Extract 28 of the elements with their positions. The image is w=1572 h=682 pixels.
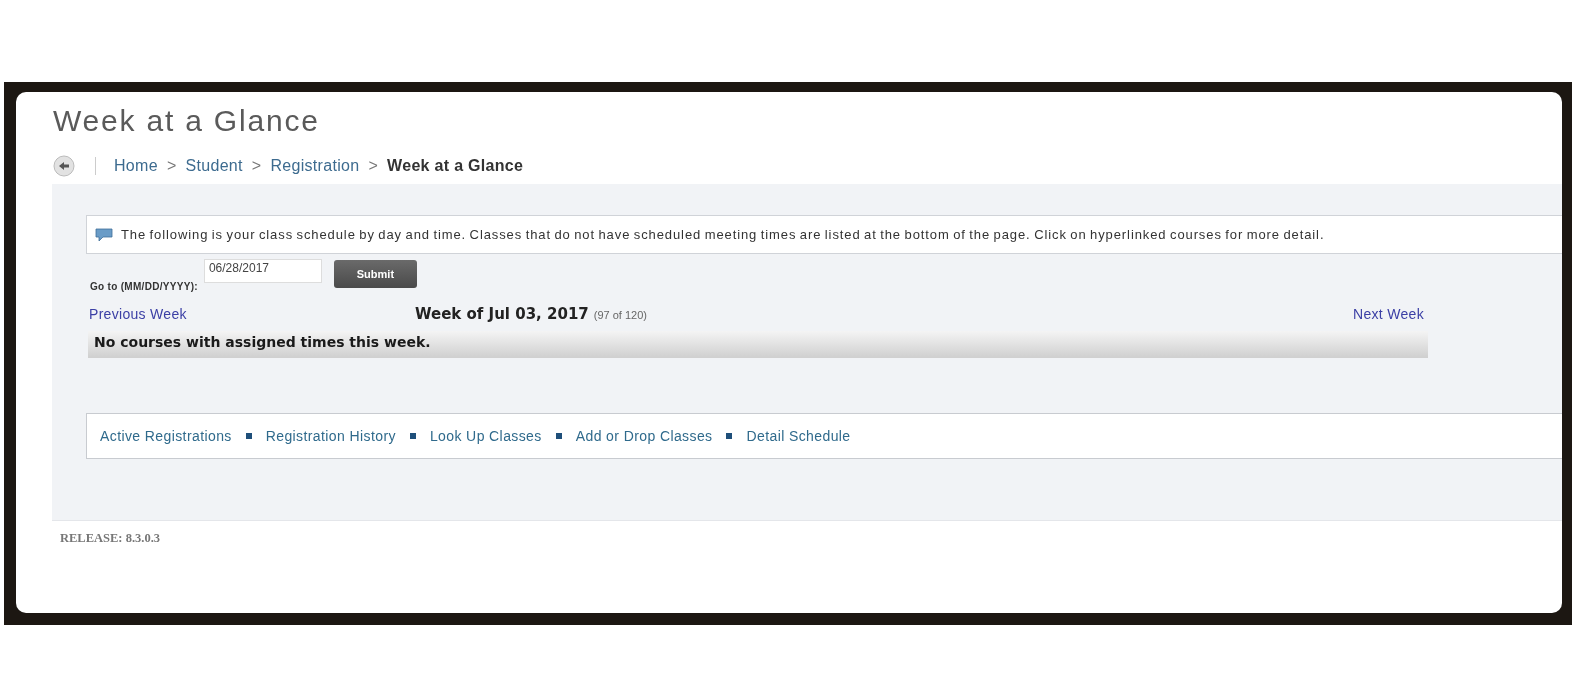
page-title: Week at a Glance xyxy=(53,103,321,139)
previous-week-link[interactable]: Previous Week xyxy=(89,306,415,322)
breadcrumb-separator: > xyxy=(368,157,379,175)
breadcrumb-link[interactable]: Home xyxy=(114,157,158,175)
footer-link[interactable]: Detail Schedule xyxy=(746,428,851,444)
footer-link[interactable]: Add or Drop Classes xyxy=(575,428,713,444)
footer-link[interactable]: Look Up Classes xyxy=(429,428,542,444)
week-heading: Week of Jul 03, 2017 xyxy=(415,305,589,323)
square-bullet-icon xyxy=(409,433,416,439)
footer-link[interactable]: Registration History xyxy=(265,428,396,444)
breadcrumb-separator: > xyxy=(251,157,262,175)
speech-bubble-icon xyxy=(95,227,113,242)
square-bullet-icon xyxy=(726,433,733,439)
breadcrumb-link[interactable]: Student xyxy=(185,157,243,175)
square-bullet-icon xyxy=(245,433,252,439)
no-courses-notice: No courses with assigned times this week. xyxy=(88,331,1428,358)
week-position: (97 of 120) xyxy=(593,309,647,321)
breadcrumb-separator: > xyxy=(166,157,177,175)
breadcrumb-current: Week at a Glance xyxy=(387,157,524,175)
square-bullet-icon xyxy=(555,433,562,439)
date-input-field[interactable]: 06/28/2017 xyxy=(203,259,322,283)
release-label: RELEASE: 8.3.0.3 xyxy=(59,530,162,546)
date-label: Go to (MM/DD/YYYY): xyxy=(90,281,198,292)
info-message: The following is your class schedule by day and time. Classes that do not have scheduled meeting times are listed at the bottom of the page. Click on hyperlinked courses for more detail. xyxy=(121,227,1325,242)
breadcrumb-link[interactable]: Registration xyxy=(270,157,360,175)
submit-button[interactable]: Submit xyxy=(333,260,417,288)
footer-link[interactable]: Active Registrations xyxy=(100,428,232,444)
next-week-link[interactable]: Next Week xyxy=(1353,306,1424,322)
